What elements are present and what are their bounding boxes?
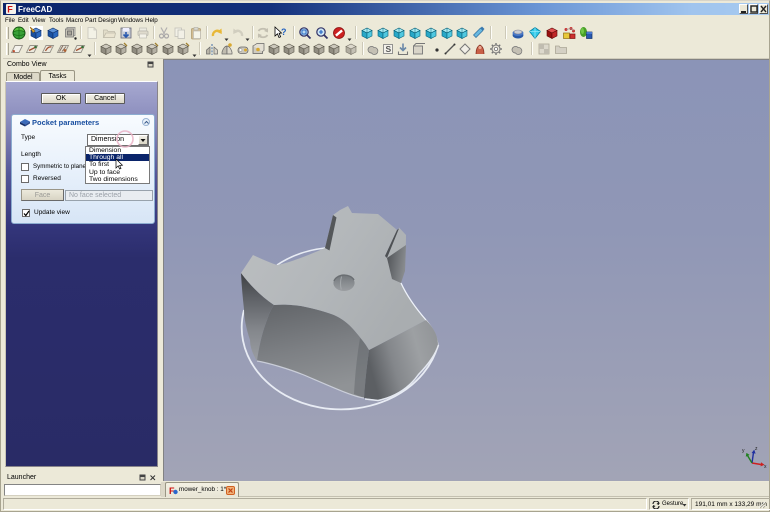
svg-text:y: y bbox=[742, 448, 745, 454]
svg-text:z: z bbox=[755, 446, 758, 452]
svg-text:?: ? bbox=[281, 27, 287, 37]
svg-text:S: S bbox=[386, 44, 392, 54]
svg-text:F: F bbox=[7, 5, 13, 15]
svg-text:x: x bbox=[764, 464, 767, 470]
